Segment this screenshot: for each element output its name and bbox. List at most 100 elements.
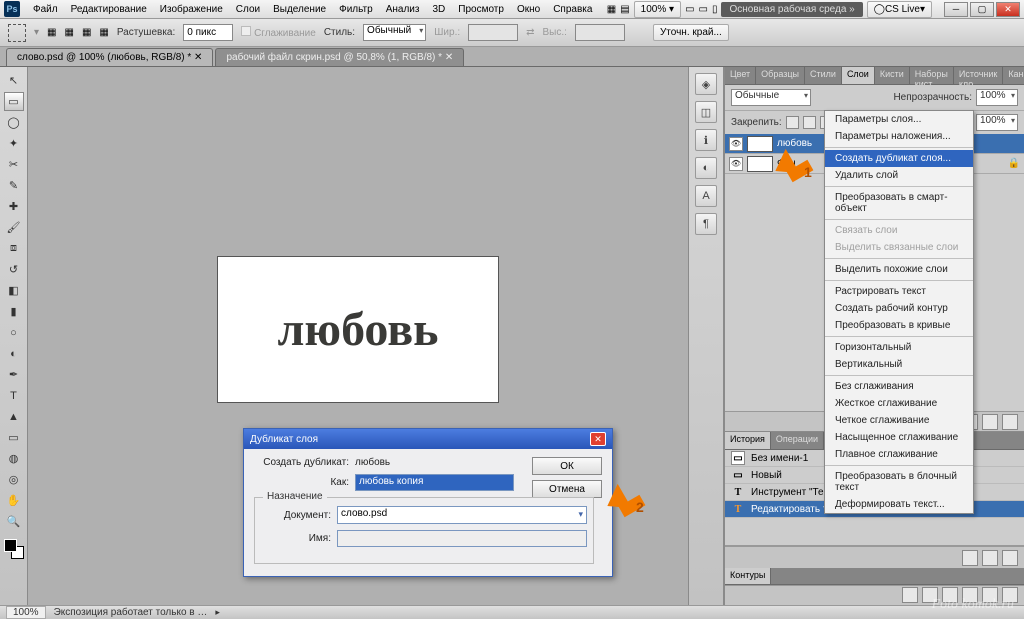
new-selection-icon[interactable]: ▦ bbox=[47, 27, 56, 38]
character-panel-icon[interactable]: A bbox=[695, 185, 717, 207]
ctx-item[interactable]: Параметры наложения... bbox=[825, 128, 973, 145]
new-doc-from-state-icon[interactable] bbox=[982, 550, 998, 566]
ctx-item[interactable]: Создать дубликат слоя... bbox=[825, 150, 973, 167]
blur-tool[interactable]: ○ bbox=[4, 323, 24, 342]
intersect-selection-icon[interactable]: ▦ bbox=[99, 27, 108, 38]
ctx-item[interactable]: Выделить похожие слои bbox=[825, 261, 973, 278]
style-select[interactable]: Обычный bbox=[363, 24, 426, 41]
doc-tab-1[interactable]: слово.psd @ 100% (любовь, RGB/8) * ✕ bbox=[6, 48, 213, 66]
tab-layers[interactable]: Слои bbox=[842, 67, 875, 84]
move-tool[interactable]: ↖ bbox=[4, 71, 24, 90]
menu-analysis[interactable]: Анализ bbox=[380, 2, 426, 17]
tab-brush-presets[interactable]: Наборы кист bbox=[910, 67, 954, 84]
visibility-toggle[interactable]: 👁 bbox=[729, 157, 743, 171]
tab-clone-source[interactable]: Источник кло bbox=[954, 67, 1003, 84]
info-panel-icon[interactable]: ℹ bbox=[695, 129, 717, 151]
ctx-item[interactable]: Преобразовать в смарт-объект bbox=[825, 189, 973, 217]
opacity-input[interactable]: 100% bbox=[976, 89, 1018, 106]
pen-tool[interactable]: ✒ bbox=[4, 365, 24, 384]
lock-image-icon[interactable] bbox=[803, 116, 816, 129]
visibility-toggle[interactable]: 👁 bbox=[729, 137, 743, 151]
menu-window[interactable]: Окно bbox=[511, 2, 546, 17]
menu-select[interactable]: Выделение bbox=[267, 2, 332, 17]
new-snapshot-icon[interactable] bbox=[962, 550, 978, 566]
feather-input[interactable] bbox=[183, 24, 233, 41]
refine-edge-button[interactable]: Уточн. край... bbox=[653, 24, 729, 41]
tab-channels[interactable]: Каналы bbox=[1003, 67, 1024, 84]
launch-bridge-icon[interactable]: ▦ bbox=[607, 4, 616, 15]
menu-layers[interactable]: Слои bbox=[230, 2, 266, 17]
delete-layer-icon[interactable] bbox=[1002, 414, 1018, 430]
ctx-item[interactable]: Насыщенное сглаживание bbox=[825, 429, 973, 446]
ctx-item[interactable]: Деформировать текст... bbox=[825, 496, 973, 513]
window-minimize[interactable]: ─ bbox=[944, 2, 968, 17]
shape-tool[interactable]: ▭ bbox=[4, 428, 24, 447]
histogram-panel-icon[interactable]: ◫ bbox=[695, 101, 717, 123]
tab-paths[interactable]: Контуры bbox=[725, 568, 771, 584]
paragraph-panel-icon[interactable]: ¶ bbox=[695, 213, 717, 235]
tab-actions[interactable]: Операции bbox=[771, 432, 824, 449]
delete-state-icon[interactable] bbox=[1002, 550, 1018, 566]
ctx-item[interactable]: Растрировать текст bbox=[825, 283, 973, 300]
view-extras-icon[interactable]: ▭ bbox=[685, 4, 694, 15]
add-selection-icon[interactable]: ▦ bbox=[64, 27, 73, 38]
eyedropper-tool[interactable]: ✎ bbox=[4, 176, 24, 195]
tab-swatches[interactable]: Образцы bbox=[756, 67, 805, 84]
status-zoom[interactable]: 100% bbox=[6, 606, 46, 619]
menu-help[interactable]: Справка bbox=[547, 2, 598, 17]
3d-camera-tool[interactable]: ◎ bbox=[4, 470, 24, 489]
menu-view[interactable]: Просмотр bbox=[452, 2, 510, 17]
ctx-item[interactable]: Плавное сглаживание bbox=[825, 446, 973, 463]
ctx-item[interactable]: Четкое сглаживание bbox=[825, 412, 973, 429]
path-select-tool[interactable]: ▲ bbox=[4, 407, 24, 426]
menu-3d[interactable]: 3D bbox=[426, 2, 451, 17]
wand-tool[interactable]: ✦ bbox=[4, 134, 24, 153]
gradient-tool[interactable]: ▮ bbox=[4, 302, 24, 321]
menu-file[interactable]: Файл bbox=[27, 2, 64, 17]
color-swatches[interactable] bbox=[4, 539, 24, 559]
stamp-tool[interactable]: ⧈ bbox=[4, 239, 24, 258]
ctx-item[interactable]: Вертикальный bbox=[825, 356, 973, 373]
marquee-tool-preset-icon[interactable] bbox=[8, 24, 26, 42]
workspace-switcher[interactable]: Основная рабочая среда » bbox=[721, 2, 862, 17]
brush-tool[interactable]: 🖌 bbox=[4, 218, 24, 237]
blend-mode-select[interactable]: Обычные bbox=[731, 89, 811, 106]
fill-path-icon[interactable] bbox=[902, 587, 918, 603]
adjustments-panel-icon[interactable]: ◐ bbox=[695, 157, 717, 179]
eraser-tool[interactable]: ◧ bbox=[4, 281, 24, 300]
ctx-item[interactable]: Без сглаживания bbox=[825, 378, 973, 395]
new-layer-icon[interactable] bbox=[982, 414, 998, 430]
ctx-item[interactable]: Преобразовать в блочный текст bbox=[825, 468, 973, 496]
window-maximize[interactable]: ▢ bbox=[970, 2, 994, 17]
history-brush-tool[interactable]: ↺ bbox=[4, 260, 24, 279]
screen-mode-icon[interactable]: ▭ bbox=[699, 4, 708, 15]
navigator-panel-icon[interactable]: ◈ bbox=[695, 73, 717, 95]
layer-name[interactable]: любовь bbox=[777, 138, 812, 149]
ctx-item[interactable]: Создать рабочий контур bbox=[825, 300, 973, 317]
launch-mb-icon[interactable]: ▤ bbox=[620, 4, 629, 15]
ctx-item[interactable]: Горизонтальный bbox=[825, 339, 973, 356]
lock-transparency-icon[interactable] bbox=[786, 116, 799, 129]
ctx-item[interactable]: Параметры слоя... bbox=[825, 111, 973, 128]
menu-image[interactable]: Изображение bbox=[154, 2, 229, 17]
menu-filter[interactable]: Фильтр bbox=[333, 2, 379, 17]
ok-button[interactable]: ОК bbox=[532, 457, 602, 475]
tab-styles[interactable]: Стили bbox=[805, 67, 842, 84]
lasso-tool[interactable]: ◯ bbox=[4, 113, 24, 132]
ctx-item[interactable]: Удалить слой bbox=[825, 167, 973, 184]
document-select[interactable]: слово.psd bbox=[337, 506, 587, 524]
hand-tool[interactable]: ✋ bbox=[4, 491, 24, 510]
sub-selection-icon[interactable]: ▦ bbox=[82, 27, 91, 38]
cancel-button[interactable]: Отмена bbox=[532, 480, 602, 498]
zoom-tool[interactable]: 🔍 bbox=[4, 512, 24, 531]
ctx-item[interactable]: Преобразовать в кривые bbox=[825, 317, 973, 334]
arrange-icon[interactable]: ▯ bbox=[712, 4, 718, 15]
doc-tab-2[interactable]: рабочий файл скрин.psd @ 50,8% (1, RGB/8… bbox=[215, 48, 464, 66]
dodge-tool[interactable]: ◐ bbox=[4, 344, 24, 363]
cslive-button[interactable]: ◯ CS Live ▾ bbox=[867, 1, 932, 18]
menu-edit[interactable]: Редактирование bbox=[65, 2, 153, 17]
type-tool[interactable]: T bbox=[4, 386, 24, 405]
as-input[interactable]: любовь копия bbox=[355, 474, 514, 491]
crop-tool[interactable]: ✂ bbox=[4, 155, 24, 174]
tab-brushes[interactable]: Кисти bbox=[875, 67, 910, 84]
